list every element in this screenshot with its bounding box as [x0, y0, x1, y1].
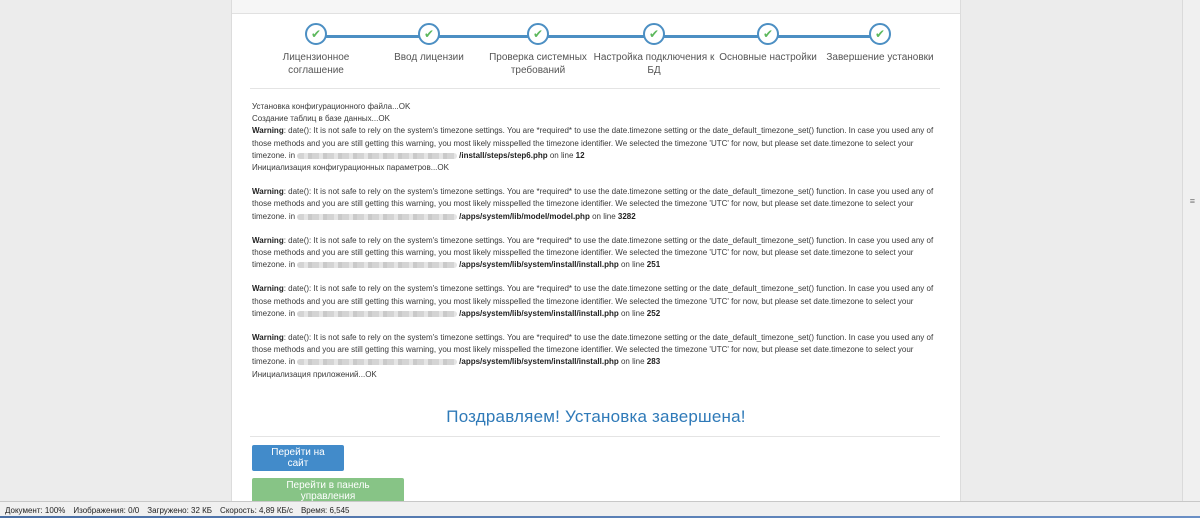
status-images: Изображения: 0/0 [73, 505, 140, 515]
warning-line-number: 251 [646, 260, 661, 270]
warning-block: Warning: date(): It is not safe to rely … [252, 235, 938, 272]
warning-line-number: 283 [646, 357, 661, 367]
warnings-list: Warning: date(): It is not safe to rely … [252, 125, 938, 380]
step-label: Ввод лицензии [394, 52, 464, 63]
warning-text: Warning: date(): It is not safe to rely … [252, 332, 938, 369]
warning-on-line: on line [549, 150, 574, 160]
warning-text: Warning: date(): It is not safe to rely … [252, 283, 938, 320]
warning-file: /apps/system/lib/system/install/install.… [459, 260, 619, 270]
warning-text: Warning: date(): It is not safe to rely … [252, 125, 938, 162]
step-label: Лицензионное соглашение [282, 52, 350, 76]
browser-statusbar: Документ: 100% Изображения: 0/0 Загружен… [0, 501, 1200, 518]
step-circle: ✔ [527, 23, 549, 45]
log-block: Установка конфигурационного файла...OK С… [252, 101, 938, 125]
warning-block: Warning: date(): It is not safe to rely … [252, 332, 938, 381]
warning-block: Warning: date(): It is not safe to rely … [252, 186, 938, 223]
warning-file: /apps/system/lib/model/model.php [459, 211, 590, 221]
go-to-site-button[interactable]: Перейти на сайт [252, 445, 344, 471]
warning-label: Warning [252, 284, 284, 294]
log-line: Инициализация конфигурационных параметро… [252, 163, 449, 173]
redacted-path [297, 359, 458, 366]
warning-text: Warning: date(): It is not safe to rely … [252, 186, 938, 223]
step-circle: ✔ [305, 23, 327, 45]
step-label: Основные настройки [719, 52, 817, 63]
warning-file: /install/steps/step6.php [459, 150, 548, 160]
redacted-path [297, 310, 458, 317]
step-label: Завершение установки [826, 52, 934, 63]
step-label: Проверка системных требований [489, 52, 587, 76]
step-circle: ✔ [757, 23, 779, 45]
warning-block: Warning: date(): It is not safe to rely … [252, 283, 938, 320]
log-line: Установка конфигурационного файла...OK [252, 102, 411, 111]
warning-text: Warning: date(): It is not safe to rely … [252, 235, 938, 272]
warning-label: Warning [252, 126, 284, 136]
steps-divider [250, 88, 940, 89]
status-loaded: Загружено: 32 КБ [147, 505, 213, 515]
warning-line-number: 12 [575, 150, 585, 160]
redacted-path [297, 152, 458, 159]
check-icon: ✔ [532, 27, 544, 41]
step-circle: ✔ [418, 23, 440, 45]
warning-on-line: on line [620, 308, 645, 318]
redacted-path [297, 262, 458, 269]
warning-on-line: on line [620, 357, 645, 367]
installer-card: ✔ Лицензионное соглашение ✔ Ввод лицензии ✔ П… [231, 0, 961, 502]
go-to-admin-button[interactable]: Перейти в панель управления [252, 478, 404, 502]
window-scrollbar[interactable]: ≡ [1182, 0, 1200, 502]
congrats-divider [250, 436, 940, 437]
check-icon: ✔ [648, 27, 660, 41]
warning-label: Warning [252, 333, 284, 343]
step-circle: ✔ [869, 23, 891, 45]
status-speed: Скорость: 4,89 КБ/с [220, 505, 293, 515]
progress-line [316, 35, 881, 38]
scroll-grip-icon: ≡ [1189, 196, 1195, 206]
warning-file: /apps/system/lib/system/install/install.… [459, 357, 619, 367]
warning-label: Warning [252, 187, 284, 197]
status-time: Время: 6,545 [300, 505, 350, 515]
check-icon: ✔ [423, 27, 435, 41]
warning-line-number: 3282 [617, 211, 636, 221]
log-line: Создание таблиц в базе данных...OK [252, 114, 390, 124]
step-circle: ✔ [643, 23, 665, 45]
step-label: Настройка подключения к БД [593, 52, 715, 76]
warning-label: Warning [252, 235, 284, 245]
warning-on-line: on line [592, 211, 616, 221]
install-log: Установка конфигурационного файла...OK С… [252, 101, 938, 381]
warning-on-line: on line [620, 260, 645, 270]
warning-block: Warning: date(): It is not safe to rely … [252, 125, 938, 174]
card-header [232, 0, 960, 14]
congrats-heading: Поздравляем! Установка завершена! [446, 407, 746, 426]
check-icon: ✔ [874, 27, 886, 41]
log-line: Инициализация приложений...OK [252, 369, 377, 379]
check-icon: ✔ [310, 27, 322, 41]
warning-line-number: 252 [646, 308, 661, 318]
warning-file: /apps/system/lib/system/install/install.… [459, 308, 619, 318]
status-document: Документ: 100% [5, 505, 66, 515]
check-icon: ✔ [762, 27, 774, 41]
redacted-path [297, 213, 458, 220]
